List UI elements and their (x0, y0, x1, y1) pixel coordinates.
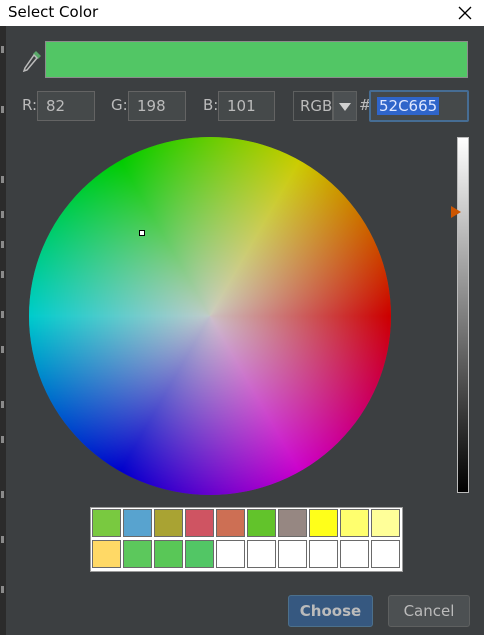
color-swatch[interactable] (278, 540, 307, 568)
close-icon (458, 6, 472, 20)
color-swatch[interactable] (185, 509, 214, 537)
color-swatch[interactable] (340, 540, 369, 568)
title-bar: Select Color (0, 0, 484, 26)
color-preview (45, 41, 468, 78)
color-swatch[interactable] (340, 509, 369, 537)
red-input[interactable]: 82 (37, 91, 95, 121)
cancel-button[interactable]: Cancel (388, 595, 470, 627)
color-swatch[interactable] (216, 509, 245, 537)
red-label: R: (22, 96, 38, 114)
color-wheel[interactable] (29, 137, 391, 495)
color-swatch[interactable] (92, 509, 121, 537)
color-swatch[interactable] (154, 509, 183, 537)
chevron-down-icon[interactable] (333, 91, 357, 121)
brightness-slider-handle[interactable] (451, 205, 461, 218)
choose-button[interactable]: Choose (288, 595, 373, 627)
color-swatch[interactable] (123, 540, 152, 568)
color-swatch[interactable] (185, 540, 214, 568)
brightness-slider[interactable] (457, 137, 469, 493)
background-window-edge (0, 26, 6, 635)
color-swatch[interactable] (154, 540, 183, 568)
eyedropper-button[interactable] (20, 48, 44, 78)
hex-input[interactable]: 52C665 (369, 90, 469, 122)
recent-colors-grid (90, 507, 403, 572)
color-swatch[interactable] (123, 509, 152, 537)
color-swatch[interactable] (309, 509, 338, 537)
hex-value: 52C665 (377, 97, 440, 115)
blue-input[interactable]: 101 (218, 91, 275, 121)
color-mode-select[interactable]: RGB (293, 91, 333, 121)
color-swatch[interactable] (216, 540, 245, 568)
color-swatch[interactable] (371, 540, 400, 568)
close-button[interactable] (446, 0, 484, 26)
color-wheel-cursor[interactable] (139, 230, 145, 236)
color-swatch[interactable] (92, 540, 121, 568)
color-swatch[interactable] (247, 540, 276, 568)
color-swatch[interactable] (247, 509, 276, 537)
eyedropper-icon (22, 51, 41, 73)
color-swatch[interactable] (278, 509, 307, 537)
color-swatch[interactable] (371, 509, 400, 537)
green-input[interactable]: 198 (128, 91, 186, 121)
blue-label: B: (203, 96, 219, 114)
dialog-title: Select Color (8, 3, 99, 21)
color-swatch[interactable] (309, 540, 338, 568)
green-label: G: (111, 96, 128, 114)
